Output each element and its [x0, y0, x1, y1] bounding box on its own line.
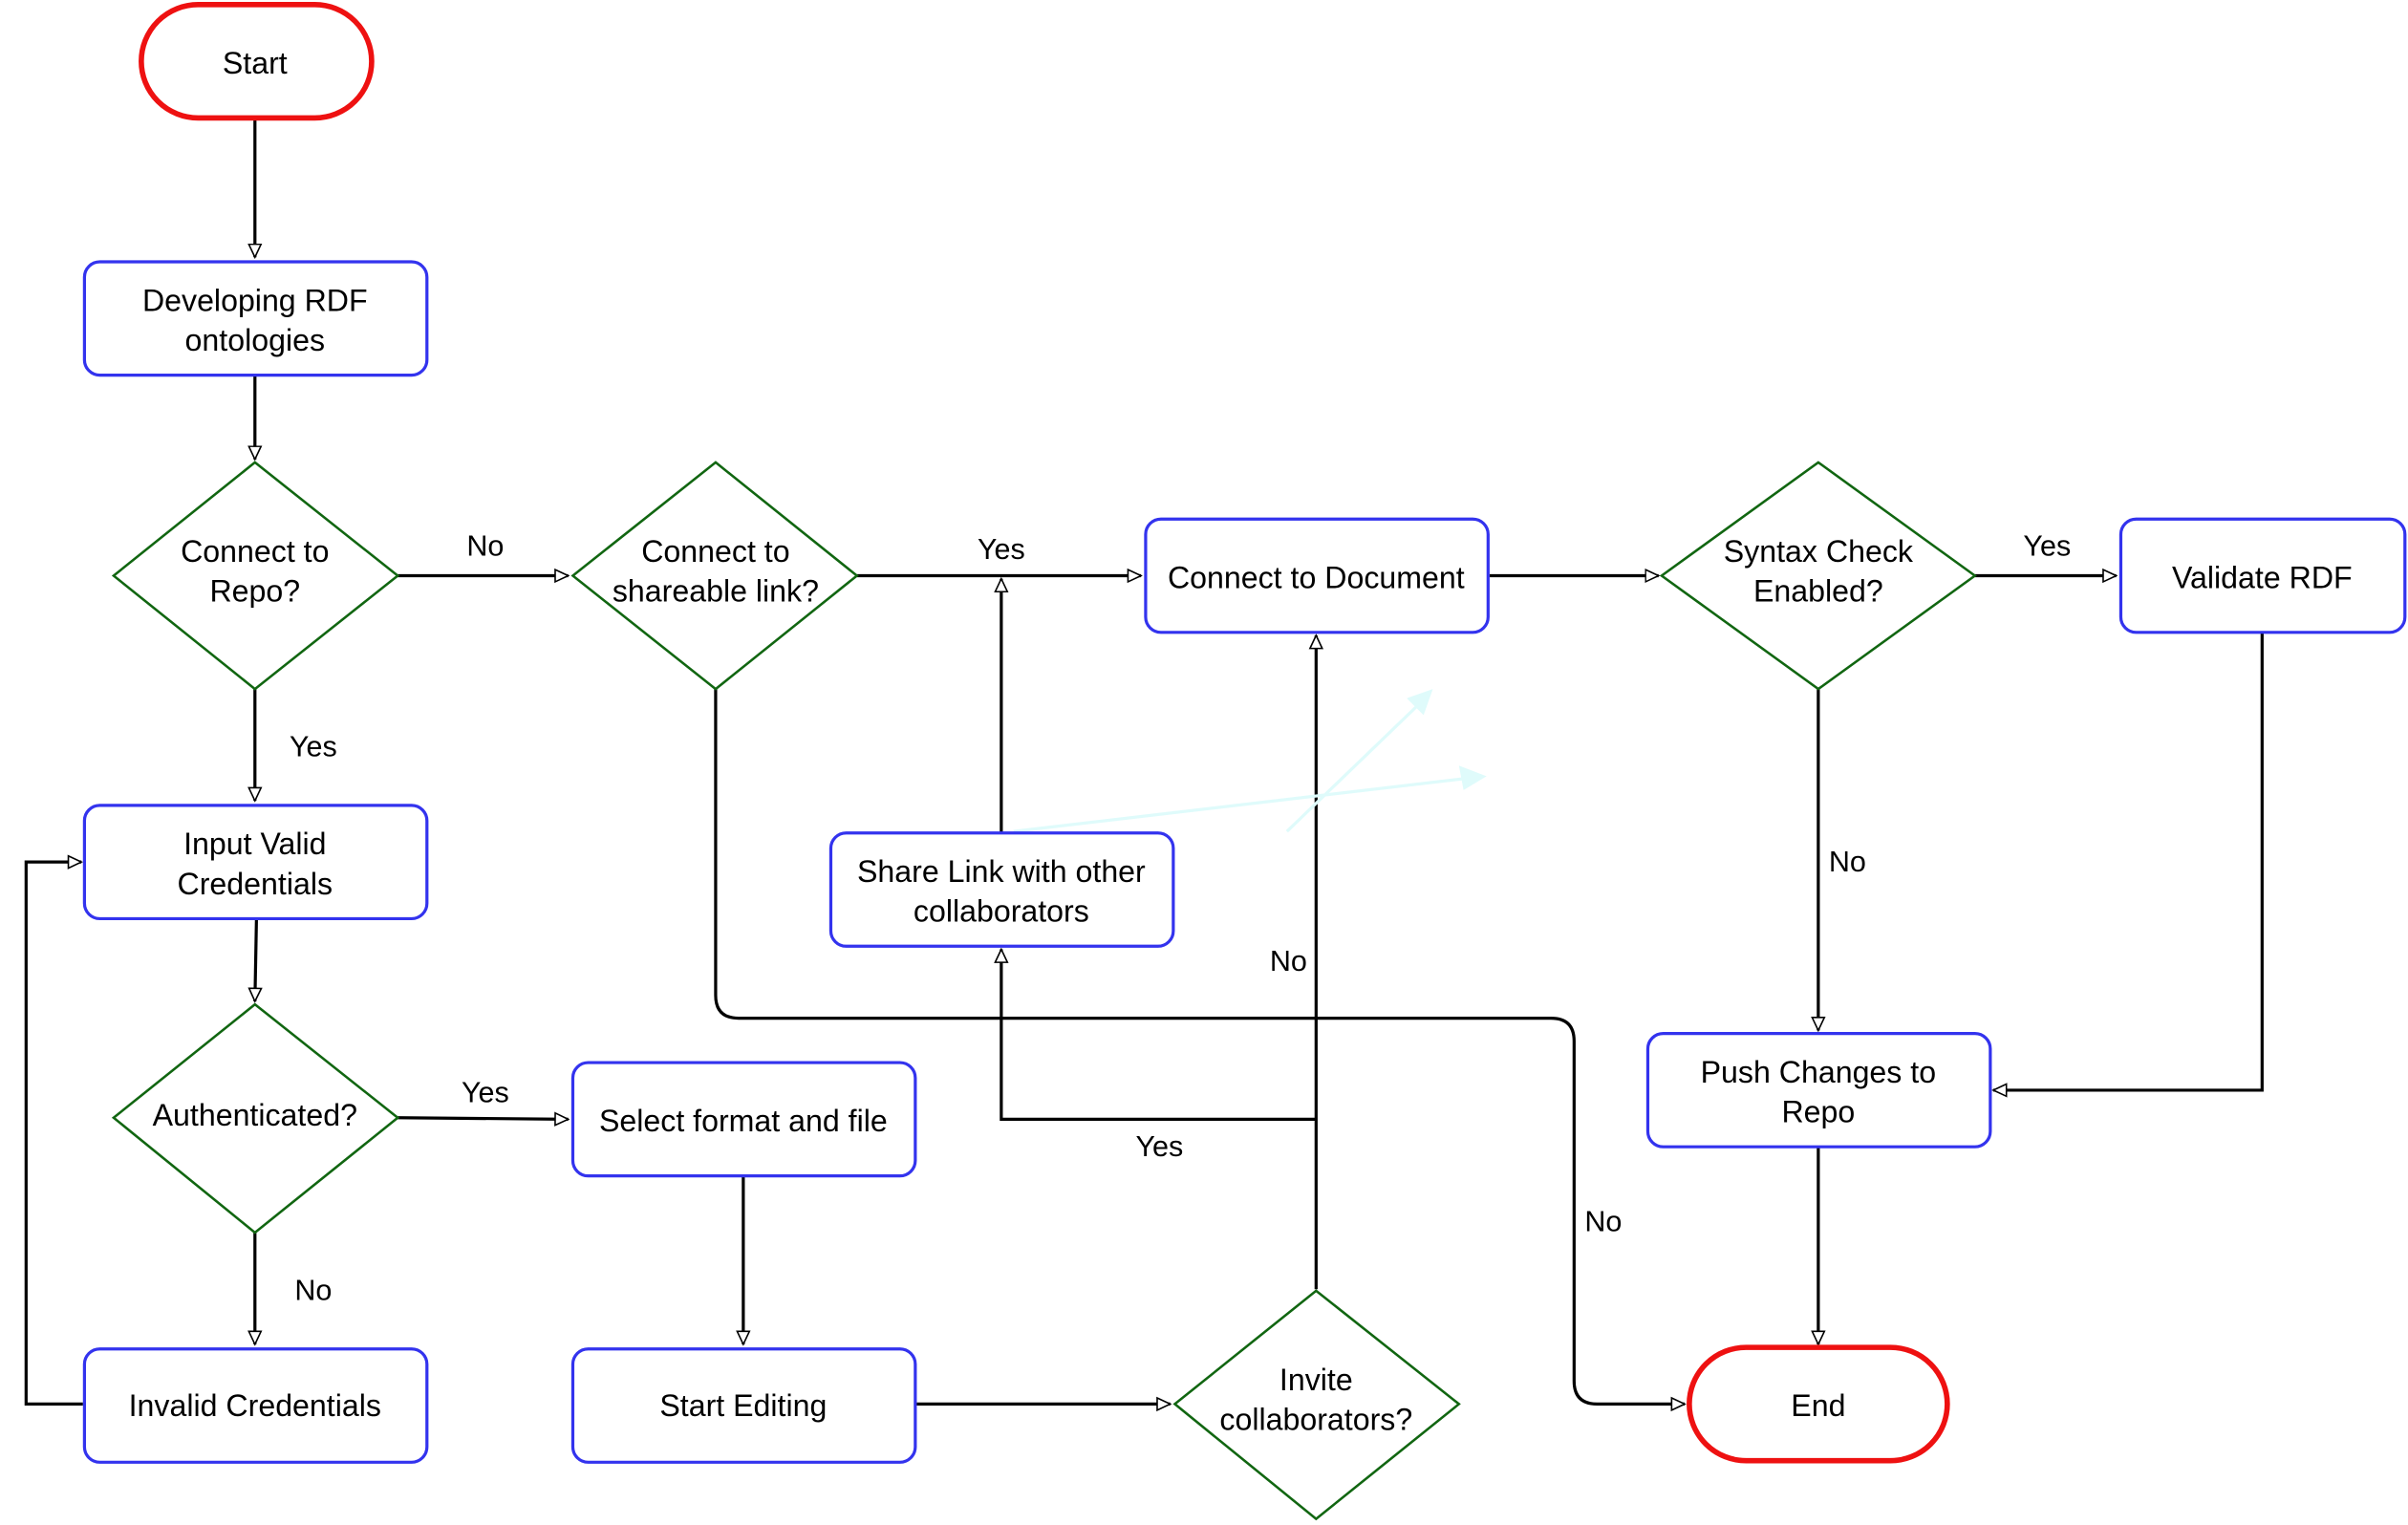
edge-label-link-no: No: [1584, 1205, 1622, 1237]
node-connect-link[interactable]: Connect to shareable link?: [570, 461, 859, 691]
node-invite-label-2: collaborators?: [1219, 1403, 1412, 1437]
edge-auth-select-yes: [398, 1118, 568, 1120]
node-share-link[interactable]: Share Link with other collaborators: [828, 831, 1175, 948]
node-authenticated[interactable]: Authenticated?: [111, 1002, 400, 1235]
node-invalid-creds-label: Invalid Credentials: [129, 1388, 381, 1423]
edge-label-repo-no: No: [466, 530, 504, 563]
node-input-creds-label-1: Input Valid: [183, 827, 326, 861]
node-share-link-label-2: collaborators: [914, 894, 1089, 929]
edge-label-syntax-no: No: [1829, 846, 1866, 878]
node-authenticated-label: Authenticated?: [153, 1098, 357, 1132]
edge-label-syntax-yes: Yes: [2023, 530, 2071, 563]
node-end-label: End: [1791, 1388, 1845, 1423]
edge-label-auth-yes: Yes: [462, 1077, 509, 1109]
stray-connector: [1013, 776, 1472, 833]
node-develop-label-2: ontologies: [185, 323, 325, 357]
node-syntax-check-label-1: Syntax Check: [1724, 534, 1914, 569]
node-syntax-check-label-2: Enabled?: [1753, 574, 1883, 609]
node-end[interactable]: End: [1687, 1344, 1950, 1464]
node-connect-link-label-2: shareable link?: [613, 574, 819, 609]
node-input-creds[interactable]: Input Valid Credentials: [82, 804, 429, 921]
node-validate-label: Validate RDF: [2172, 560, 2353, 594]
stray-connector-head: [1458, 765, 1487, 790]
node-share-link-label-1: Share Link with other: [857, 854, 1146, 889]
edge-creds-auth: [255, 918, 257, 1001]
edge-validate-push: [1993, 632, 2264, 1090]
node-connect-doc[interactable]: Connect to Document: [1144, 517, 1490, 634]
edge-link-end-no: [714, 689, 1685, 1404]
node-connect-repo-label-2: Repo?: [209, 574, 300, 609]
node-connect-link-label-1: Connect to: [641, 534, 789, 569]
node-push-changes[interactable]: Push Changes to Repo: [1645, 1032, 1992, 1149]
node-develop-label-1: Developing RDF: [142, 283, 368, 317]
node-push-changes-label-2: Repo: [1781, 1095, 1855, 1129]
edge-label-auth-no: No: [294, 1274, 332, 1306]
node-invalid-creds[interactable]: Invalid Credentials: [82, 1347, 429, 1464]
node-start-label: Start: [223, 46, 288, 80]
node-connect-repo[interactable]: Connect to Repo?: [111, 461, 400, 691]
edge-invalid-creds-loop: [24, 862, 83, 1407]
stray-connector: [1285, 699, 1424, 833]
node-select-format[interactable]: Select format and file: [570, 1061, 917, 1178]
node-select-format-label: Select format and file: [599, 1104, 888, 1138]
node-validate[interactable]: Validate RDF: [2118, 517, 2407, 634]
edge-label-link-yes: Yes: [978, 533, 1025, 566]
node-invite-label-1: Invite: [1279, 1363, 1353, 1397]
node-syntax-check[interactable]: Syntax Check Enabled?: [1659, 461, 1977, 691]
edge-label-invite-yes: Yes: [1135, 1130, 1183, 1163]
node-start-editing-label: Start Editing: [659, 1388, 827, 1423]
node-connect-repo-label-1: Connect to: [181, 534, 329, 569]
node-start[interactable]: Start: [139, 2, 375, 121]
node-invite[interactable]: Invite collaborators?: [1172, 1289, 1461, 1521]
node-input-creds-label-2: Credentials: [178, 867, 333, 901]
flowchart-canvas: No Yes Yes No Yes No Yes No Yes No Start…: [24, 2, 2407, 1521]
node-start-editing[interactable]: Start Editing: [570, 1347, 917, 1464]
node-push-changes-label-1: Push Changes to: [1701, 1055, 1936, 1089]
node-connect-doc-label: Connect to Document: [1168, 560, 1465, 594]
edge-label-repo-yes: Yes: [290, 731, 337, 763]
edge-label-invite-no: No: [1270, 945, 1307, 977]
node-develop[interactable]: Developing RDF ontologies: [82, 260, 429, 377]
